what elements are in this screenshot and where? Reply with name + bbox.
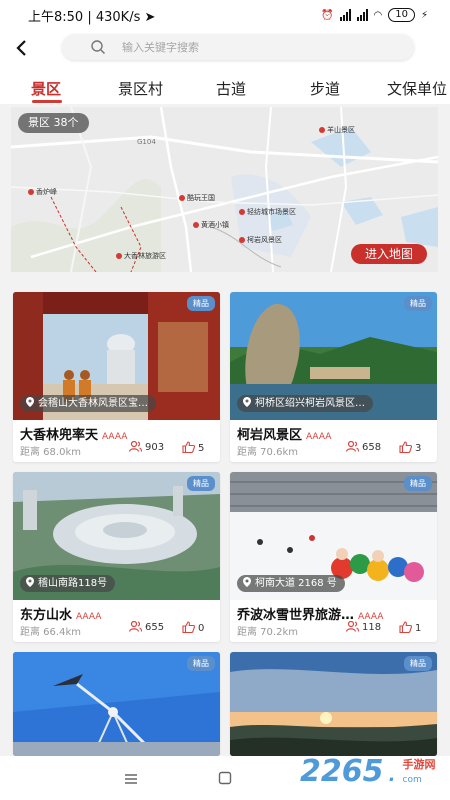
alarm-icon: ⏰ (321, 9, 334, 21)
map-road-label: G104 (137, 138, 156, 146)
thumbs-up-icon (399, 621, 412, 634)
watermark-dot: . (388, 765, 396, 786)
scenic-photo: 精品 稽山南路118号 (13, 472, 220, 600)
views-stat: 658 (345, 440, 381, 453)
location-pin-icon (243, 397, 251, 407)
likes-stat[interactable]: 0 (182, 621, 204, 634)
distance-text: 距离 70.6km (237, 447, 298, 458)
search-icon (91, 40, 106, 55)
scenic-photo: 精品 (230, 652, 437, 756)
wifi-icon: ◠ (373, 9, 383, 21)
category-tabs: 景区 景区村 古道 步道 文保单位 (0, 70, 450, 104)
thumbs-up-icon (182, 441, 195, 454)
tab-heritage-unit[interactable]: 文保单位 (387, 78, 447, 99)
charging-icon: ⚡ (420, 9, 428, 21)
signal-icon (339, 9, 351, 21)
map-label[interactable]: 羊山景区 (319, 125, 355, 135)
map-label[interactable]: 大香林旅游区 (116, 251, 166, 261)
status-bar: 上午8:50 | 430K/s ➤ ⏰ ◠ 10 ⚡ (0, 0, 450, 30)
status-time: 上午8:50 (28, 9, 84, 25)
scenic-photo: 精品 (13, 652, 220, 756)
scenic-card[interactable]: 精品 稽山南路118号 东方山水 AAAA 距离 66.4km 655 0 (13, 472, 220, 642)
scenic-card[interactable]: 精品 会稽山大香林风景区宝… 大香林兜率天 AAAA 距离 68.0km 903 … (13, 292, 220, 462)
distance-text: 距离 70.2km (237, 627, 298, 638)
map-label[interactable]: 酷玩王国 (179, 193, 215, 203)
premium-badge: 精品 (187, 296, 215, 311)
thumbs-up-icon (399, 441, 412, 454)
scenic-card[interactable]: 精品 (230, 652, 437, 756)
views-stat: 118 (345, 620, 381, 633)
scenic-photo: 精品 柯南大道 2168 号 (230, 472, 437, 600)
site-watermark: 2265 . 手游网 com (300, 754, 436, 790)
people-icon (128, 620, 143, 632)
battery-icon: 10 (388, 8, 415, 22)
views-stat: 655 (128, 620, 164, 633)
scenic-photo: 精品 会稽山大香林风景区宝… (13, 292, 220, 420)
tab-scenic-area[interactable]: 景区 (31, 78, 61, 99)
premium-badge: 精品 (404, 476, 432, 491)
scenic-card[interactable]: 精品 柯桥区绍兴柯岩风景区… 柯岩风景区 AAAA 距离 70.6km 658 3 (230, 292, 437, 462)
location-tag: 稽山南路118号 (20, 575, 116, 592)
watermark-cn: 手游网 (402, 758, 436, 771)
home-icon[interactable] (218, 770, 232, 789)
tab-scenic-village[interactable]: 景区村 (118, 78, 163, 99)
scenic-map[interactable]: 羊山景区 柯岩风景区 轻纺城市场景区 酷玩王国 黄酒小镇 大香林旅游区 香炉峰 … (11, 107, 438, 272)
premium-badge: 精品 (404, 656, 432, 671)
location-pin-icon (26, 577, 34, 587)
location-tag: 柯南大道 2168 号 (237, 575, 345, 592)
navigation-arrow-icon: ➤ (144, 9, 156, 25)
active-tab-indicator (32, 100, 62, 103)
level-badge: AAAA (76, 612, 102, 622)
location-pin-icon (26, 397, 34, 407)
likes-stat[interactable]: 5 (182, 441, 204, 454)
back-icon[interactable] (12, 34, 34, 62)
map-label[interactable]: 轻纺城市场景区 (239, 207, 296, 217)
scenic-card[interactable]: 精品 柯南大道 2168 号 乔波冰雪世界旅游… AAAA 距离 70.2km 1… (230, 472, 437, 642)
scenic-count-badge: 景区 38个 (18, 113, 89, 133)
watermark-com: com (402, 775, 422, 785)
signal-icon-2 (356, 9, 368, 21)
menu-icon[interactable] (124, 770, 138, 789)
scenic-card[interactable]: 精品 (13, 652, 220, 756)
tab-ancient-road[interactable]: 古道 (216, 78, 246, 99)
location-pin-icon (243, 577, 251, 587)
network-speed: 430K/s (95, 9, 141, 25)
enter-map-button[interactable]: 进入地图 (350, 244, 427, 264)
premium-badge: 精品 (187, 656, 215, 671)
scenic-photo: 精品 柯桥区绍兴柯岩风景区… (230, 292, 437, 420)
people-icon (128, 440, 143, 452)
map-label[interactable]: 黄酒小镇 (193, 220, 229, 230)
level-badge: AAAA (306, 432, 332, 442)
views-stat: 903 (128, 440, 164, 453)
distance-text: 距离 68.0km (20, 447, 81, 458)
header (0, 30, 450, 70)
thumbs-up-icon (182, 621, 195, 634)
watermark-number: 2265 (300, 754, 384, 789)
premium-badge: 精品 (187, 476, 215, 491)
people-icon (345, 440, 360, 452)
location-tag: 柯桥区绍兴柯岩风景区… (237, 395, 373, 412)
search-input[interactable] (122, 37, 402, 57)
map-label[interactable]: 柯岩风景区 (239, 235, 282, 245)
premium-badge: 精品 (404, 296, 432, 311)
search-bar[interactable] (62, 34, 414, 60)
map-label[interactable]: 香炉峰 (28, 187, 57, 197)
distance-text: 距离 66.4km (20, 627, 81, 638)
likes-stat[interactable]: 3 (399, 441, 421, 454)
level-badge: AAAA (102, 432, 128, 442)
likes-stat[interactable]: 1 (399, 621, 421, 634)
tab-trail[interactable]: 步道 (310, 78, 340, 99)
people-icon (345, 620, 360, 632)
location-tag: 会稽山大香林风景区宝… (20, 395, 156, 412)
